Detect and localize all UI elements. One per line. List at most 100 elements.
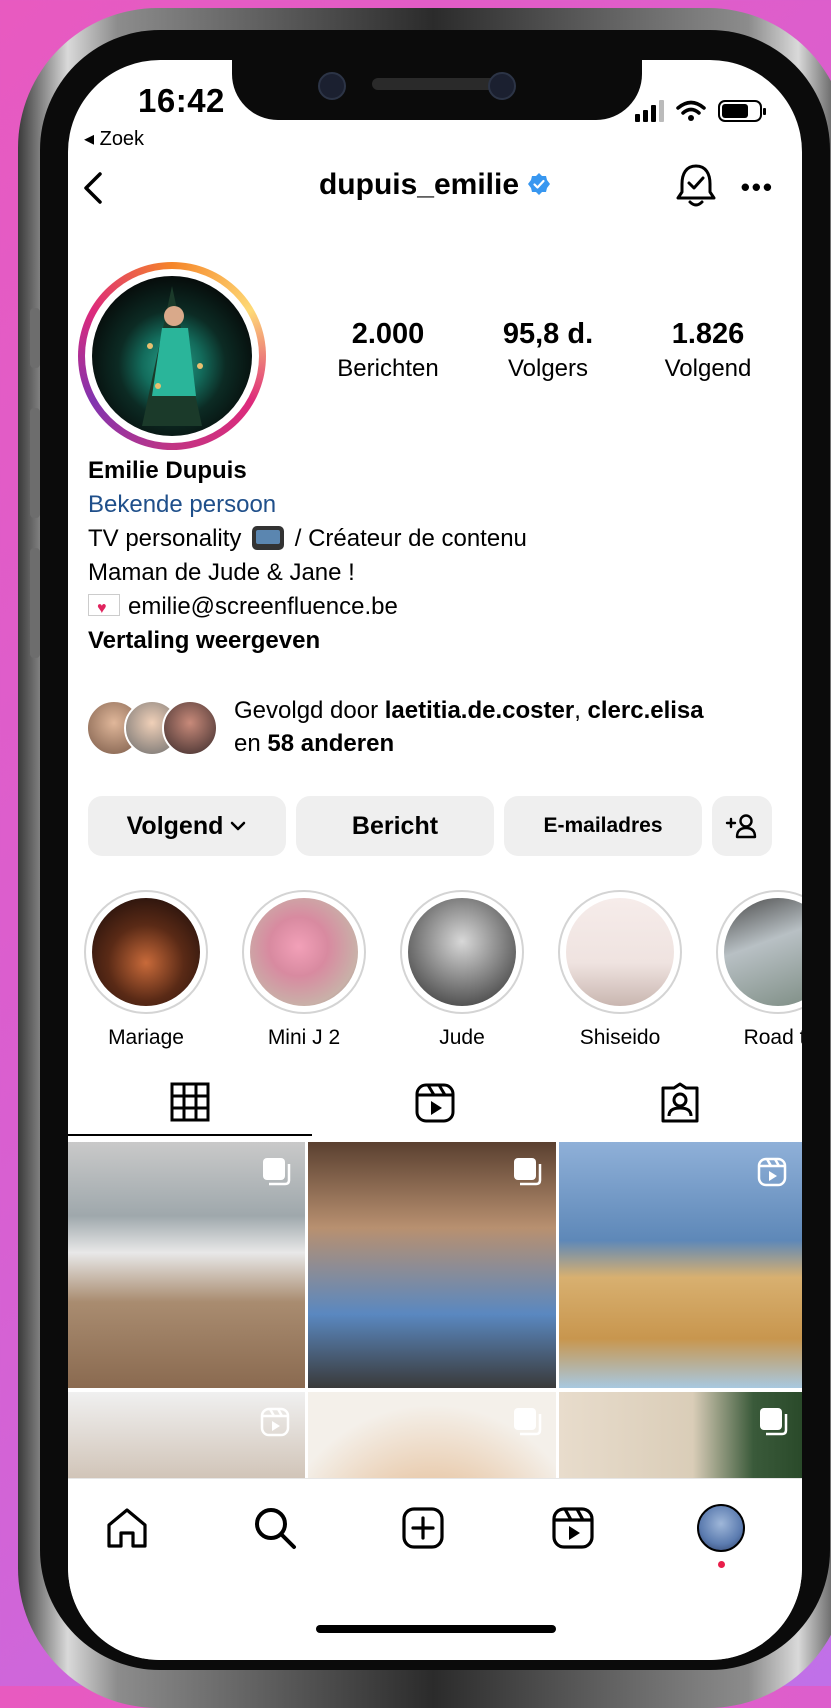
reels-icon (415, 1083, 455, 1123)
followed-by-others[interactable]: 58 anderen (267, 730, 394, 757)
message-button[interactable]: Bericht (296, 796, 494, 856)
back-to-app-link[interactable]: ◂ Zoek (84, 126, 144, 151)
followed-by-and: en (234, 730, 268, 757)
grid-icon (170, 1082, 210, 1122)
post-thumbnail[interactable] (68, 1392, 305, 1482)
following-button[interactable]: Volgend (88, 796, 286, 856)
chevron-down-icon (231, 821, 246, 831)
profile-name: Emilie Dupuis (88, 457, 247, 484)
face-id-sensor (488, 72, 516, 100)
volume-down-button (30, 548, 40, 658)
following-button-label: Volgend (126, 811, 224, 840)
highlight-label: Jude (439, 1026, 485, 1049)
tab-tagged[interactable] (558, 1070, 802, 1136)
email-button[interactable]: E-mailadres (504, 796, 702, 856)
highlight-label: Shiseido (579, 1026, 661, 1049)
carousel-icon (514, 1158, 542, 1186)
highlight-item[interactable]: Mini J 2 (242, 890, 366, 1050)
home-icon (107, 1508, 147, 1548)
phone-screen: 16:42 ◂ Zoek dupuis_emilie ••• 2.000 Ber… (68, 60, 802, 1660)
search-icon (255, 1508, 296, 1549)
profile-tabs (68, 1070, 802, 1136)
reels-badge-icon (260, 1407, 290, 1437)
front-camera (318, 72, 346, 100)
status-time: 16:42 (138, 82, 225, 119)
profile-actions: Volgend Bericht E-mailadres (88, 796, 772, 856)
love-letter-emoji-icon (88, 592, 120, 626)
bio-line-1-a: TV personality (88, 525, 242, 552)
stat-following-label: Volgend (664, 355, 752, 382)
posts-grid (68, 1142, 802, 1482)
follower-avatar (162, 700, 218, 756)
highlight-item[interactable]: Shiseido (558, 890, 682, 1050)
username-text: dupuis_emilie (318, 168, 520, 201)
stat-followers[interactable]: 95,8 d. Volgers (473, 318, 623, 383)
tv-emoji-icon (252, 526, 285, 550)
home-indicator (316, 1625, 556, 1633)
status-icons (635, 100, 766, 122)
profile-avatar-story-ring[interactable] (78, 262, 266, 450)
profile-header: dupuis_emilie ••• (68, 160, 802, 230)
post-thumbnail[interactable] (68, 1142, 305, 1388)
bottom-navigation (68, 1478, 802, 1660)
earpiece-speaker (372, 78, 502, 90)
followed-by-prefix: Gevolgd door (234, 697, 385, 724)
stat-followers-label: Volgers (507, 355, 589, 382)
bio-line-2: Maman de Jude & Jane ! (88, 559, 355, 586)
highlight-label: Mariage (108, 1026, 184, 1049)
nav-home[interactable] (102, 1503, 152, 1553)
stat-posts-value: 2.000 (351, 318, 425, 350)
reels-badge-icon (757, 1157, 787, 1187)
bio-line-1-b: / Créateur de contenu (288, 525, 527, 552)
profile-tab-avatar (697, 1504, 745, 1552)
tagged-icon (661, 1082, 699, 1123)
highlight-item[interactable]: Mariage (84, 890, 208, 1050)
followed-by-text: Gevolgd door laetitia.de.coster, clerc.e… (234, 694, 704, 760)
story-highlights: Mariage Mini J 2 Jude Shiseido Road tr (84, 890, 802, 1049)
translate-link[interactable]: Vertaling weergeven (88, 624, 527, 658)
nav-reels[interactable] (548, 1503, 598, 1553)
profile-avatar-image (92, 276, 252, 436)
message-button-label: Bericht (351, 811, 439, 840)
followed-by[interactable]: Gevolgd door laetitia.de.coster, clerc.e… (86, 694, 786, 766)
highlight-label: Mini J 2 (267, 1026, 341, 1049)
carousel-icon (514, 1408, 542, 1436)
profile-stats: 2.000 Berichten 95,8 d. Volgers 1.826 Vo… (313, 318, 783, 383)
add-person-icon (725, 814, 757, 839)
follower-name-2[interactable]: clerc.elisa (588, 697, 704, 724)
profile-category[interactable]: Bekende persoon (88, 488, 527, 522)
create-icon (402, 1507, 444, 1549)
wifi-icon (676, 100, 706, 121)
tab-posts-grid[interactable] (68, 1070, 312, 1136)
stat-posts-label: Berichten (337, 355, 439, 382)
carousel-icon (760, 1408, 788, 1436)
notch (232, 60, 642, 120)
nav-create[interactable] (398, 1503, 448, 1553)
post-thumbnail[interactable] (308, 1392, 556, 1482)
bio-line-1: TV personality / Créateur de contenu (88, 522, 527, 556)
notification-dot (718, 1561, 725, 1568)
tab-reels[interactable] (313, 1070, 557, 1136)
followed-by-separator: , (574, 697, 588, 724)
nav-profile[interactable] (696, 1503, 746, 1568)
stat-following[interactable]: 1.826 Volgend (633, 318, 783, 383)
post-thumbnail[interactable] (559, 1392, 802, 1482)
bio-email[interactable]: emilie@screenfluence.be (128, 593, 398, 620)
post-thumbnail[interactable] (308, 1142, 556, 1388)
highlight-item[interactable]: Jude (400, 890, 524, 1050)
volume-up-button (30, 408, 40, 518)
bio-email-line: emilie@screenfluence.be (88, 590, 527, 626)
highlight-item[interactable]: Road tr (716, 890, 802, 1050)
follower-name-1[interactable]: laetitia.de.coster (385, 697, 574, 724)
signal-icon (635, 100, 664, 122)
more-icon[interactable]: ••• (741, 172, 774, 203)
post-thumbnail[interactable] (559, 1142, 802, 1388)
nav-search[interactable] (250, 1503, 300, 1553)
profile-bio: Emilie Dupuis Bekende persoon TV persona… (88, 454, 527, 658)
bell-icon[interactable] (674, 162, 718, 210)
reels-nav-icon (552, 1507, 594, 1549)
stat-following-value: 1.826 (671, 318, 745, 350)
stat-posts[interactable]: 2.000 Berichten (313, 318, 463, 383)
add-person-button[interactable] (712, 796, 772, 856)
highlight-label: Road tr (743, 1026, 802, 1049)
